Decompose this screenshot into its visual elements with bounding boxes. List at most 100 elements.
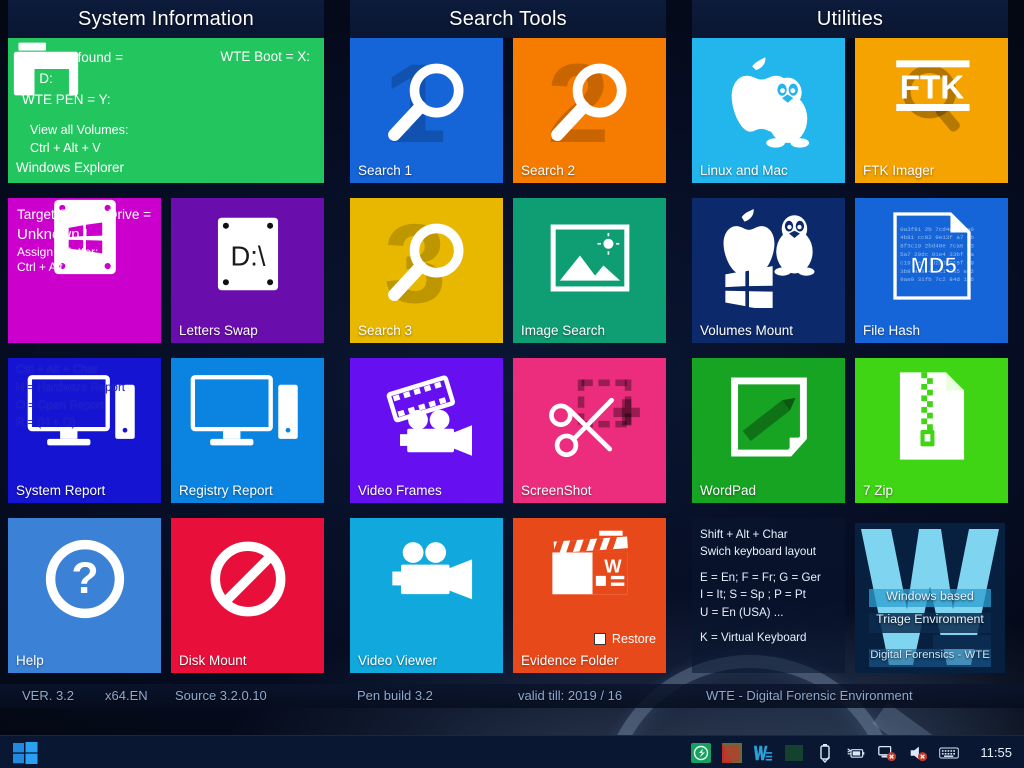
wte-app-icon[interactable] [753, 743, 773, 763]
tile-grid-search-tools: 1Search 12Search 23Search 3 Image Search V… [350, 38, 666, 678]
svg-text:4b81 cc02 9e13f a7 0b9: 4b81 cc02 9e13f a7 0b9 [900, 234, 974, 241]
apple-tux-windows-icon [714, 208, 824, 311]
info-line [700, 621, 841, 629]
column-header-system-information: System Information [8, 0, 324, 38]
volumes-footer-text: View all Volumes: Ctrl + Alt + V Windows E… [16, 121, 128, 177]
volume-mute-icon[interactable] [908, 743, 928, 763]
tile-label: Video Frames [358, 483, 442, 498]
tile-volumes-mount[interactable]: Volumes Mount [692, 198, 845, 343]
windows-start-icon[interactable] [12, 741, 40, 765]
tile-ftk-imager[interactable]: FTK FTK Imager [855, 38, 1008, 183]
logo-caption-line: Triage Environment [876, 611, 984, 626]
tile-search-3[interactable]: 3Search 3 [350, 198, 503, 343]
status-arch: x64.EN [105, 688, 148, 703]
tile-evidence-folder[interactable]: W Restore Evidence Folder [513, 518, 666, 673]
tile-info-text: Shift + Alt + Char Swich keyboard layout E… [700, 526, 841, 646]
tile-label: Image Search [521, 323, 606, 338]
desktop-root: System Information Volumes found = C: D: W… [0, 0, 1024, 768]
tile-label: Video Viewer [358, 653, 438, 668]
zip-file-icon [895, 370, 969, 462]
tile-letters-swap[interactable]: D:\ Letters Swap [171, 198, 324, 343]
tile-label: Search 2 [521, 163, 576, 178]
tile-image-search[interactable]: Image Search [513, 198, 666, 343]
shield-green-icon[interactable] [691, 742, 712, 763]
usb-drive-icon[interactable] [815, 743, 835, 763]
magnifier-icon [379, 216, 475, 312]
wte-boot-label: WTE Boot = X: [220, 49, 310, 64]
status-version: VER. 3.2 [22, 688, 75, 703]
tile-search-2[interactable]: 2Search 2 [513, 38, 666, 183]
tile-volumes-info[interactable]: Volumes found = C: D: WTE PEN = Y: WTE Boo… [8, 38, 324, 183]
question-circle-icon: ? [42, 536, 128, 622]
keyboard-icon[interactable] [939, 743, 960, 763]
tile-wte-logo[interactable]: Windows based Triage Environment Digital F… [855, 523, 1005, 673]
tile-wordpad[interactable]: WordPad [692, 358, 845, 503]
tile-target-system-drive[interactable]: Target System Drive = Unknown ! Assign C l… [8, 198, 161, 343]
info-line: Swich keyboard layout [700, 545, 816, 559]
tile-label: Letters Swap [179, 323, 258, 338]
battery-icon[interactable] [846, 743, 866, 763]
tile-label: Help [16, 653, 44, 668]
ftk-icon: FTK [884, 52, 980, 142]
svg-text:0a3f91 2b 7cd4e1 9ba02c: 0a3f91 2b 7cd4e1 9ba02c [900, 226, 974, 233]
tile-help[interactable]: ? Help [8, 518, 161, 673]
wte-logo-caption: Windows based Triage Environment Digital F… [855, 585, 1005, 666]
picture-icon [548, 222, 632, 294]
video-camera-icon [375, 540, 479, 610]
svg-text:8f3c19 2bd40e 7ca6 b31: 8f3c19 2bd40e 7ca6 b31 [900, 243, 974, 250]
tile-info-text: Target System Drive = Unknown ! Assign C l… [17, 205, 157, 275]
tile-label: Volumes Mount [700, 323, 794, 338]
shortcut-line: R = (H + O) [16, 417, 76, 430]
tile-search-1[interactable]: 1Search 1 [350, 38, 503, 183]
tile-file-hash[interactable]: 0a3f91 2b 7cd4e1 9ba02c 4b81 cc02 9e13f a… [855, 198, 1008, 343]
info-line: E = En; F = Fr; G = Ger [700, 570, 821, 584]
tile-columns: System Information Volumes found = C: D: W… [0, 0, 1024, 684]
restore-checkbox-row[interactable]: Restore [593, 632, 656, 646]
tile-disk-mount[interactable]: Disk Mount [171, 518, 324, 673]
tile-label: Disk Mount [179, 653, 247, 668]
tile-keyboard-layout-info: Shift + Alt + Char Swich keyboard layout E… [692, 518, 845, 673]
shortcut-line: O = Open Report [16, 399, 104, 412]
tile-grid-utilities: Linux and Mac FTK FTK Imager Volumes Mount … [692, 38, 1008, 678]
taskbar-clock[interactable]: 11:55 [980, 745, 1012, 760]
magnifier-icon [542, 56, 638, 152]
status-bar: VER. 3.2 x64.EN Source 3.2.0.10 Pen buil… [0, 684, 1024, 708]
info-line: WTE PEN = Y: [22, 91, 111, 107]
tile-video-frames[interactable]: Video Frames [350, 358, 503, 503]
md5-document-icon: 0a3f91 2b 7cd4e1 9ba02c 4b81 cc02 9e13f a… [890, 210, 981, 302]
info-line: Target System Drive = [17, 207, 152, 222]
svg-text:W: W [604, 556, 622, 577]
tile-seven-zip[interactable]: 7 Zip [855, 358, 1008, 503]
network-error-icon[interactable] [877, 743, 897, 763]
drive-letter-icon: D:\ [216, 216, 280, 292]
column-header-utilities: Utilities [692, 0, 1008, 38]
tile-system-report[interactable]: Ctrl + Alt + Char H = Hardware Report O = … [8, 358, 161, 503]
tile-registry-report[interactable]: Registry Report [171, 358, 324, 503]
tile-label: 7 Zip [863, 483, 894, 498]
column-header-search-tools: Search Tools [350, 0, 666, 38]
shortcut-line: Ctrl + Alt + Char [16, 364, 98, 376]
tile-shortcut-overlay: Ctrl + Alt + Char H = Hardware Report O = … [16, 362, 125, 433]
prohibition-icon [205, 536, 291, 622]
restore-checkbox[interactable] [593, 633, 606, 645]
tile-linux-and-mac[interactable]: Linux and Mac [692, 38, 845, 183]
info-line: Shift + Alt + Char [700, 528, 788, 541]
desktop-pc-icon [189, 374, 307, 454]
blank-app-icon[interactable] [784, 743, 804, 763]
evidence-folder-icon: W [544, 528, 636, 602]
tile-screenshot[interactable]: ScreenShot [513, 358, 666, 503]
svg-text:MD5: MD5 [910, 253, 956, 278]
tile-video-viewer[interactable]: Video Viewer [350, 518, 503, 673]
tile-label: FTK Imager [863, 163, 935, 178]
info-line: Unknown ! [17, 226, 88, 244]
logo-caption-line: Windows based [886, 589, 974, 603]
app-red-icon[interactable] [722, 742, 743, 763]
info-line: Assign C letter: [17, 245, 99, 260]
shortcut-line: H = Hardware Report [16, 381, 125, 394]
tile-label: File Hash [863, 323, 921, 338]
info-line: U = En (USA) ... [700, 605, 784, 619]
logo-caption-line: Digital Forensics - WTE [870, 648, 990, 661]
magnifier-icon [379, 56, 475, 152]
tile-label: Registry Report [179, 483, 273, 498]
column-utilities: Utilities Linux and Mac FTK FTK Imager Volum… [692, 0, 1008, 684]
